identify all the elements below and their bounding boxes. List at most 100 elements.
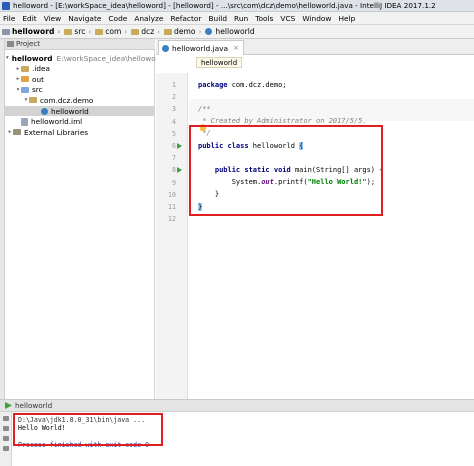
menu-item-view[interactable]: View <box>41 14 66 23</box>
project-tree: ▾ helloword E:\workSpace_idea\helloword ▸ .i… <box>5 50 163 399</box>
breadcrumb-item[interactable]: helloword › <box>0 25 62 39</box>
chevron-down-icon[interactable]: ▾ <box>6 55 9 61</box>
breadcrumb-item[interactable]: com › <box>93 25 129 39</box>
chevron-right-icon: › <box>198 27 202 36</box>
tree-item-label: .idea <box>32 64 50 74</box>
line-number: 4 <box>172 117 176 126</box>
line-number-gutter[interactable]: 1 2 3 4 5 6 7 8 9 10 11 12 <box>156 73 188 399</box>
editor-breadcrumb-hint: helloworld <box>196 57 243 68</box>
pause-icon[interactable] <box>3 436 9 441</box>
run-gutter-icon[interactable] <box>177 167 182 174</box>
breadcrumb: helloword › src › com › dcz › demo › helloworld <box>0 25 474 39</box>
code-token: /** <box>198 104 211 113</box>
menu-item-vcs[interactable]: VCS <box>277 14 299 23</box>
menu-item-run[interactable]: Run <box>231 14 252 23</box>
breadcrumb-label: src <box>74 27 86 36</box>
code-line[interactable]: package com.dcz.demo; <box>198 79 287 90</box>
code-editor[interactable]: helloworld 1 2 3 4 5 6 7 8 9 10 11 12 package com.d… <box>156 55 474 399</box>
run-console[interactable]: D:\Java\jdk1.8.0_31\bin\java ... Hello Wo… <box>0 412 474 466</box>
stop-icon[interactable] <box>3 426 9 431</box>
breadcrumb-item[interactable]: helloworld <box>203 25 256 39</box>
line-number: 5 <box>172 129 176 138</box>
project-panel-title: Project <box>16 40 40 48</box>
line-number: 12 <box>168 215 176 224</box>
tree-item-label: src <box>32 85 43 95</box>
highlight-box-code <box>189 125 383 216</box>
iml-file-icon <box>21 117 28 126</box>
source-folder-icon <box>21 86 29 93</box>
chevron-right-icon: › <box>57 27 61 36</box>
code-line[interactable]: /** <box>198 103 211 114</box>
project-icon <box>7 41 14 47</box>
tree-item-label: com.dcz.demo <box>40 95 94 105</box>
code-token: com.dcz.demo; <box>231 80 287 89</box>
tree-item-label: helloword <box>11 53 53 63</box>
folder-icon <box>21 65 29 72</box>
window-title: helloword - [E:\workSpace_idea\helloword… <box>13 1 436 10</box>
breadcrumb-label: helloword <box>12 27 55 36</box>
menu-item-navigate[interactable]: Navigate <box>65 14 105 23</box>
folder-icon <box>164 28 173 35</box>
java-class-icon <box>41 107 48 115</box>
menu-bar: File Edit View Navigate Code Analyze Refactor B… <box>0 12 474 25</box>
breadcrumb-label: helloworld <box>215 27 255 36</box>
breadcrumb-label: dcz <box>141 27 155 36</box>
breadcrumb-label: demo <box>174 27 196 36</box>
code-token: * Created by Administrator on 2017/5/5. <box>198 117 367 126</box>
package-icon <box>29 97 37 104</box>
chevron-right-icon: › <box>88 27 92 36</box>
folder-orange-icon <box>21 76 29 83</box>
breadcrumb-item[interactable]: demo › <box>162 25 203 39</box>
menu-item-code[interactable]: Code <box>105 14 131 23</box>
menu-item-refactor[interactable]: Refactor <box>167 14 205 23</box>
tree-item-label: out <box>32 74 44 84</box>
menu-item-build[interactable]: Build <box>205 14 231 23</box>
tree-item-path: E:\workSpace_idea\helloword <box>56 53 164 63</box>
line-number: 10 <box>168 190 176 199</box>
close-icon[interactable]: × <box>233 44 239 52</box>
folder-icon <box>95 28 104 35</box>
line-number: 11 <box>168 203 176 211</box>
line-number: 1 <box>172 81 176 89</box>
editor-tab-bar: helloworld.java × <box>156 39 474 55</box>
java-class-icon <box>205 28 213 35</box>
folder-icon <box>131 28 140 35</box>
run-panel-header[interactable]: helloworld <box>0 399 474 412</box>
line-number: 8 <box>172 166 176 175</box>
tree-item[interactable]: ▾ src <box>5 85 155 95</box>
menu-item-file[interactable]: File <box>0 14 19 23</box>
tree-item-label: External Libraries <box>24 127 89 137</box>
tree-item[interactable]: ▸ .idea <box>5 64 155 74</box>
editor-hint-label: helloworld <box>201 58 238 67</box>
menu-item-edit[interactable]: Edit <box>19 14 40 23</box>
settings-icon[interactable] <box>3 446 9 451</box>
menu-item-analyze[interactable]: Analyze <box>131 14 167 23</box>
menu-item-window[interactable]: Window <box>299 14 335 23</box>
tree-item[interactable]: helloworld <box>5 106 155 116</box>
tree-item[interactable]: ▸ out <box>5 74 155 84</box>
java-class-icon <box>162 44 169 52</box>
menu-item-help[interactable]: Help <box>335 14 359 23</box>
library-icon <box>13 129 21 136</box>
intellij-app-icon <box>2 1 10 10</box>
tree-item[interactable]: ▾ helloword E:\workSpace_idea\helloword <box>5 53 163 63</box>
tree-item[interactable]: ▸ External Libraries <box>5 127 155 137</box>
breadcrumb-item[interactable]: dcz › <box>129 25 162 39</box>
run-gutter-icon[interactable] <box>177 143 182 149</box>
breadcrumb-item[interactable]: src › <box>62 25 93 39</box>
menu-item-tools[interactable]: Tools <box>252 14 277 23</box>
project-panel-header[interactable]: Project <box>5 39 155 50</box>
rerun-icon[interactable] <box>3 416 9 421</box>
title-bar: helloword - [E:\workSpace_idea\helloword… <box>0 0 474 12</box>
folder-icon <box>64 28 73 35</box>
tree-item[interactable]: helloworld.iml <box>5 117 155 127</box>
run-panel-title: helloworld <box>15 401 53 410</box>
run-icon <box>5 402 12 409</box>
line-number: 2 <box>172 93 176 102</box>
tree-item[interactable]: ▾ com.dcz.demo <box>5 95 155 105</box>
chevron-right-icon: › <box>157 27 161 36</box>
highlight-box-output <box>13 413 163 446</box>
breadcrumb-label: com <box>105 27 122 36</box>
tab-label: helloworld.java <box>172 43 229 53</box>
tab-helloworld-java[interactable]: helloworld.java × <box>158 40 244 55</box>
